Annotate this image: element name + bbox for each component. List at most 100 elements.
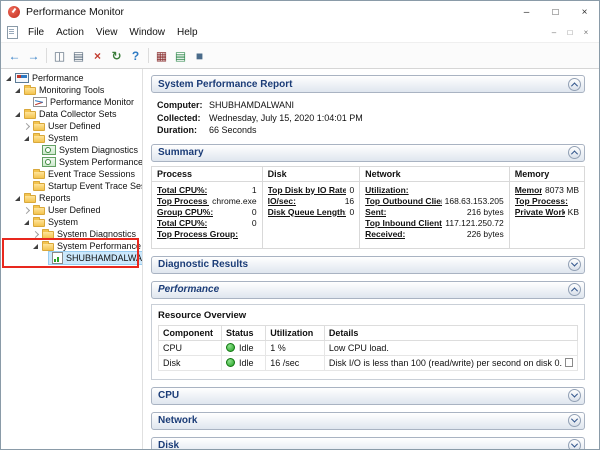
tree-collapsed-arrow-icon[interactable]: [30, 232, 40, 237]
tree-item-user-defined[interactable]: User Defined: [1, 120, 142, 132]
collapse-summary-button[interactable]: [568, 146, 581, 159]
tree-item-label: Event Trace Sessions: [48, 169, 135, 180]
tree-item-system[interactable]: System: [1, 216, 142, 228]
tree-expanded-arrow-icon[interactable]: [12, 88, 22, 93]
tree-item-event-trace-sessions[interactable]: Event Trace Sessions: [1, 168, 142, 180]
child-maximize-button[interactable]: □: [563, 26, 577, 39]
show-console-tree-icon[interactable]: ◫: [50, 46, 69, 65]
metric-label: Top Outbound Client:: [365, 196, 441, 207]
summary-table: ProcessDiskNetworkMemoryTotal CPU%:1Top …: [151, 166, 585, 249]
tree-item-label: System Performance: [57, 241, 141, 252]
close-button[interactable]: ×: [570, 1, 599, 23]
tree-expanded-arrow-icon[interactable]: [21, 220, 31, 225]
minimize-button[interactable]: –: [512, 1, 541, 23]
summary-metric: Received:226 bytes: [365, 229, 504, 240]
resource-column-details: Details: [324, 325, 577, 340]
resource-row-disk: DiskIdle16 /secDisk I/O is less than 100…: [159, 355, 578, 370]
utilization-cell: 1 %: [266, 340, 325, 355]
maximize-button[interactable]: □: [541, 1, 570, 23]
collapse-network-button[interactable]: [568, 414, 581, 427]
tree-expanded-arrow-icon[interactable]: [12, 112, 22, 117]
tree-item-shubhamdalwani-20[interactable]: SHUBHAMDALWANI_20: [1, 252, 142, 264]
chevron-up-icon: [571, 82, 578, 89]
summary-metric: Private Working Set:KB: [515, 207, 579, 218]
forward-arrow-icon[interactable]: →: [24, 46, 43, 65]
menu-action[interactable]: Action: [50, 25, 90, 40]
disk-section-title: Disk: [158, 440, 568, 449]
resource-column-status: Status: [222, 325, 266, 340]
refresh-icon[interactable]: ↻: [107, 46, 126, 65]
tree-item-system-diagnostics[interactable]: System Diagnostics: [1, 144, 142, 156]
menu-view[interactable]: View: [90, 25, 124, 40]
summary-metric: Top Inbound Client:117.121.250.72: [365, 218, 504, 229]
child-close-button[interactable]: ×: [579, 26, 593, 39]
resource-column-utilization: Utilization: [266, 325, 325, 340]
menu-help[interactable]: Help: [171, 25, 204, 40]
metric-value: 8073 MB: [545, 185, 579, 196]
metric-label: Private Working Set:: [515, 207, 565, 218]
back-arrow-icon[interactable]: ←: [5, 46, 24, 65]
tree-node: System Diagnostics: [40, 144, 140, 156]
tree-item-data-collector-sets[interactable]: Data Collector Sets: [1, 108, 142, 120]
collapse-cpu-button[interactable]: [568, 389, 581, 402]
tree-collapsed-arrow-icon[interactable]: [21, 124, 31, 129]
tree-item-label: User Defined: [48, 205, 101, 216]
tree-node: Event Trace Sessions: [31, 168, 137, 180]
latest-report-icon[interactable]: ▦: [152, 46, 171, 65]
tree-expanded-arrow-icon[interactable]: [21, 136, 31, 141]
metric-value: 0: [252, 207, 257, 218]
report-title: System Performance Report: [158, 79, 568, 90]
folder-icon: [24, 195, 36, 203]
properties-icon[interactable]: ■: [190, 46, 209, 65]
tree-expanded-arrow-icon[interactable]: [12, 196, 22, 201]
metric-label: Sent:: [365, 207, 386, 218]
tree-item-label: System: [48, 217, 78, 228]
metric-label: Total CPU%:: [157, 218, 207, 229]
help-icon[interactable]: ?: [126, 46, 145, 65]
tree-item-performance[interactable]: Performance: [1, 72, 142, 84]
tree-item-label: Monitoring Tools: [39, 85, 104, 96]
report-info-row: Computer:SHUBHAMDALWANI: [157, 99, 585, 112]
tree-item-performance-monitor[interactable]: Performance Monitor: [1, 96, 142, 108]
tree-expanded-arrow-icon[interactable]: [3, 76, 13, 81]
folder-icon: [33, 171, 45, 179]
tree-expanded-arrow-icon[interactable]: [30, 244, 40, 249]
summary-column-memory: Memory: [509, 166, 584, 181]
delete-icon[interactable]: ×: [88, 46, 107, 65]
tree-item-startup-event-trace-sessions[interactable]: Startup Event Trace Sessions: [1, 180, 142, 192]
menu-window[interactable]: Window: [123, 25, 171, 40]
summary-column-process: Process: [152, 166, 263, 181]
view-log-data-icon[interactable]: ▤: [171, 46, 190, 65]
tree-collapsed-arrow-icon[interactable]: [21, 208, 31, 213]
component-cell: Disk: [159, 355, 222, 370]
tree-item-monitoring-tools[interactable]: Monitoring Tools: [1, 84, 142, 96]
child-minimize-button[interactable]: –: [547, 26, 561, 39]
collapse-performance-button[interactable]: [568, 283, 581, 296]
collapse-disk-button[interactable]: [568, 439, 581, 449]
summary-cell-disk: Top Disk by IO Rate:0IO/sec:16Disk Queue…: [262, 181, 360, 248]
collapse-diagnostic-results-button[interactable]: [568, 258, 581, 271]
summary-metric: Total CPU%:1: [157, 185, 257, 196]
tree-item-system-diagnostics[interactable]: System Diagnostics: [1, 228, 142, 240]
metric-value: chrome.exe: [212, 196, 256, 207]
tree-node: Data Collector Sets: [22, 108, 119, 120]
tree-item-system[interactable]: System: [1, 132, 142, 144]
summary-cell-memory: Memory:8073 MBTop Process:Private Workin…: [509, 181, 584, 248]
collapse-report-button[interactable]: [568, 78, 581, 91]
summary-column-disk: Disk: [262, 166, 360, 181]
report-info-row: Collected:Wednesday, July 15, 2020 1:04:…: [157, 112, 585, 125]
main-area: PerformanceMonitoring ToolsPerformance M…: [1, 69, 599, 449]
tree-item-system-performance[interactable]: System Performance: [1, 156, 142, 168]
menu-file[interactable]: File: [22, 25, 50, 40]
metric-label: Top Disk by IO Rate:: [268, 185, 347, 196]
tree-node: Performance Monitor: [31, 96, 136, 108]
tree-item-system-performance[interactable]: System Performance: [1, 240, 142, 252]
metric-label: Top Process Group:: [157, 229, 238, 240]
metric-value: 1: [252, 185, 257, 196]
tree-node: System Diagnostics: [40, 228, 138, 240]
tree-item-user-defined[interactable]: User Defined: [1, 204, 142, 216]
chevron-down-icon: [571, 260, 578, 267]
export-list-icon[interactable]: ▤: [69, 46, 88, 65]
note-icon[interactable]: [565, 358, 573, 367]
tree-item-reports[interactable]: Reports: [1, 192, 142, 204]
